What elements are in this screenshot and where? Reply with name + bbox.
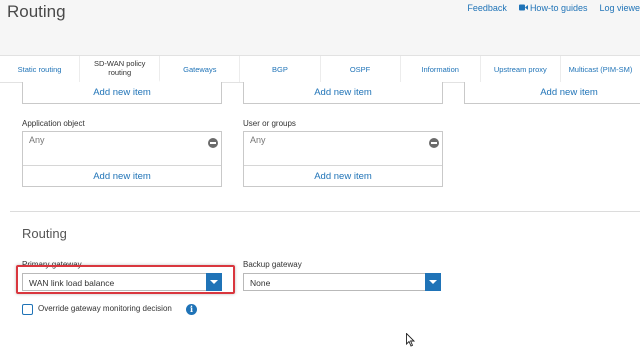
tab-upstream-proxy[interactable]: Upstream proxy [481,56,561,82]
user-or-groups-list: Any Add new item [243,131,443,187]
minus-circle-icon[interactable] [208,138,218,148]
info-icon[interactable]: i [186,304,197,315]
backup-gateway-value: None [250,278,271,288]
override-gateway-label: Override gateway monitoring decision [38,304,172,313]
video-icon [518,4,528,13]
section-divider [10,211,640,212]
how-to-guides-label: How-to guides [529,3,588,13]
minus-circle-icon[interactable] [429,138,439,148]
tab-static-routing[interactable]: Static routing [0,56,81,82]
log-viewer-link[interactable]: Log viewe [599,3,640,13]
tab-ospf[interactable]: OSPF [321,56,401,82]
tab-information[interactable]: Information [401,56,481,82]
feedback-link[interactable]: Feedback [467,3,507,13]
add-application-object-button[interactable]: Add new item [23,165,221,186]
application-object-label: Application object [22,119,85,128]
chevron-down-icon[interactable] [425,273,441,291]
list-item: Any [250,135,266,145]
add-new-item-button[interactable]: Add new item [23,82,221,103]
add-user-or-group-button[interactable]: Add new item [244,165,442,186]
tab-gateways[interactable]: Gateways [160,56,241,82]
header-links: Feedback How-to guides Log viewe [455,3,640,13]
application-object-list: Any Add new item [22,131,222,187]
highlight-box [16,265,235,294]
tab-bgp[interactable]: BGP [240,56,321,82]
routing-section-title: Routing [22,226,67,241]
tab-sd-wan-policy-routing[interactable]: SD-WAN policy routing [80,56,161,82]
how-to-guides-link[interactable]: How-to guides [518,3,588,13]
add-new-item-button[interactable]: Add new item [244,82,442,103]
user-or-groups-label: User or groups [243,119,296,128]
page-header: Routing Feedback How-to guides Log viewe [0,0,640,55]
tab-bar: Static routing SD-WAN policy routing Gat… [0,55,640,83]
backup-gateway-label: Backup gateway [243,260,302,269]
list-box-top-1: Add new item [22,82,222,104]
list-box-top-2: Add new item [243,82,443,104]
tab-multicast[interactable]: Multicast (PIM-SM) [561,56,640,82]
override-gateway-checkbox[interactable] [22,304,33,315]
page-title: Routing [7,2,66,21]
backup-gateway-select[interactable]: None [243,273,441,291]
list-box-top-3: Add new item [464,82,640,104]
add-new-item-button[interactable]: Add new item [465,82,640,103]
list-item: Any [29,135,45,145]
